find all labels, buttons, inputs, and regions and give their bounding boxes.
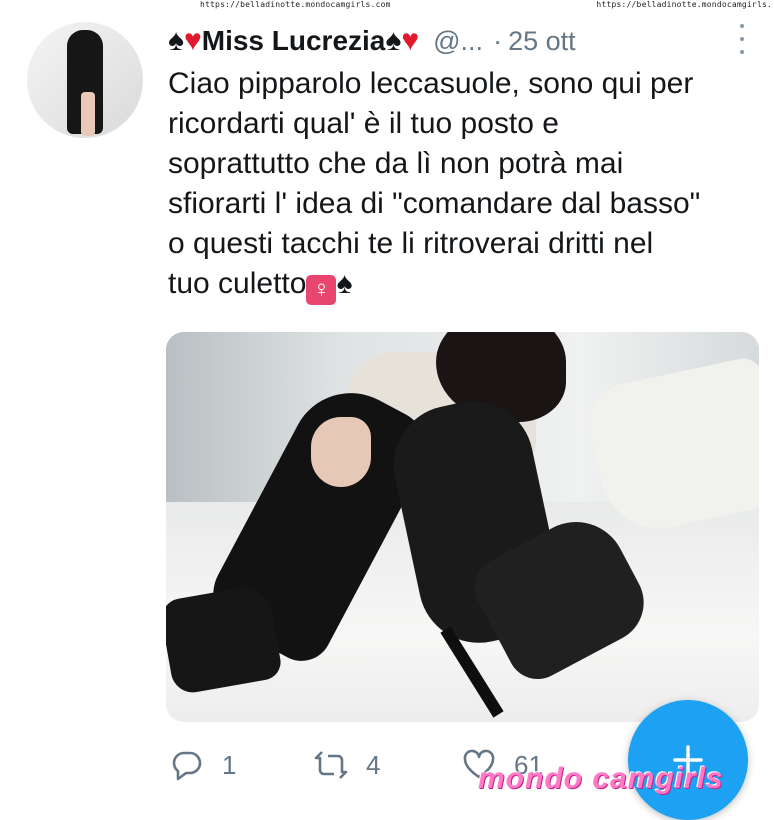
tweet-text-line: tuo culetto [168,267,307,300]
tweet-text: Ciao pipparolo leccasuole, sono qui per … [168,64,758,305]
retweet-icon [314,751,348,779]
tweet-text-line: ricordarti qual' è il tuo posto e [168,107,559,140]
tweet-photo[interactable] [166,332,759,722]
compose-button[interactable] [628,700,748,820]
watermark-url: https://belladinotte.mondocamgirls.com [200,0,391,9]
user-handle[interactable]: @... [433,26,483,57]
tweet-text-line: sfiorarti l' idea di "comandare dal bass… [168,187,701,220]
tweet-text-line: soprattutto che da lì non potrà mai [168,147,624,180]
reply-count: 1 [222,749,237,780]
photo-shoe [166,583,284,696]
tweet-date[interactable]: 25 ott [508,26,576,57]
photo-hand [311,417,371,487]
separator-dot: · [493,25,503,56]
more-vertical-icon[interactable] [732,24,752,54]
retweet-button[interactable]: 4 [314,748,380,782]
brand-watermark: mondo camgirls [478,762,724,795]
display-name[interactable]: ♠ ♥ Miss Lucrezia ♠ ♥ [168,25,419,57]
reply-button[interactable]: 1 [170,748,236,782]
spade-emoji: ♠ [168,24,184,57]
spade-emoji: ♠ [385,24,402,57]
venus-emoji: ♀ [306,275,337,305]
watermark-url-right: https://belladinotte.mondocamgirls. [596,0,772,9]
tweet-header: ♠ ♥ Miss Lucrezia ♠ ♥ @... · 25 ott [168,22,576,60]
tweet-text-line-last: tuo culetto ♀ ♠ [168,264,758,305]
reply-icon [172,751,202,781]
avatar-detail [81,92,95,136]
spade-emoji: ♠ [336,267,353,300]
heart-emoji: ♥ [183,24,202,57]
avatar[interactable] [27,22,143,138]
tweet-text-line: Ciao pipparolo leccasuole, sono qui per [168,67,694,100]
display-name-text: Miss Lucrezia [201,25,386,56]
retweet-count: 4 [366,749,381,780]
heart-emoji: ♥ [401,24,420,57]
tweet-text-line: o questi tacchi te li ritroverai dritti … [168,227,654,260]
